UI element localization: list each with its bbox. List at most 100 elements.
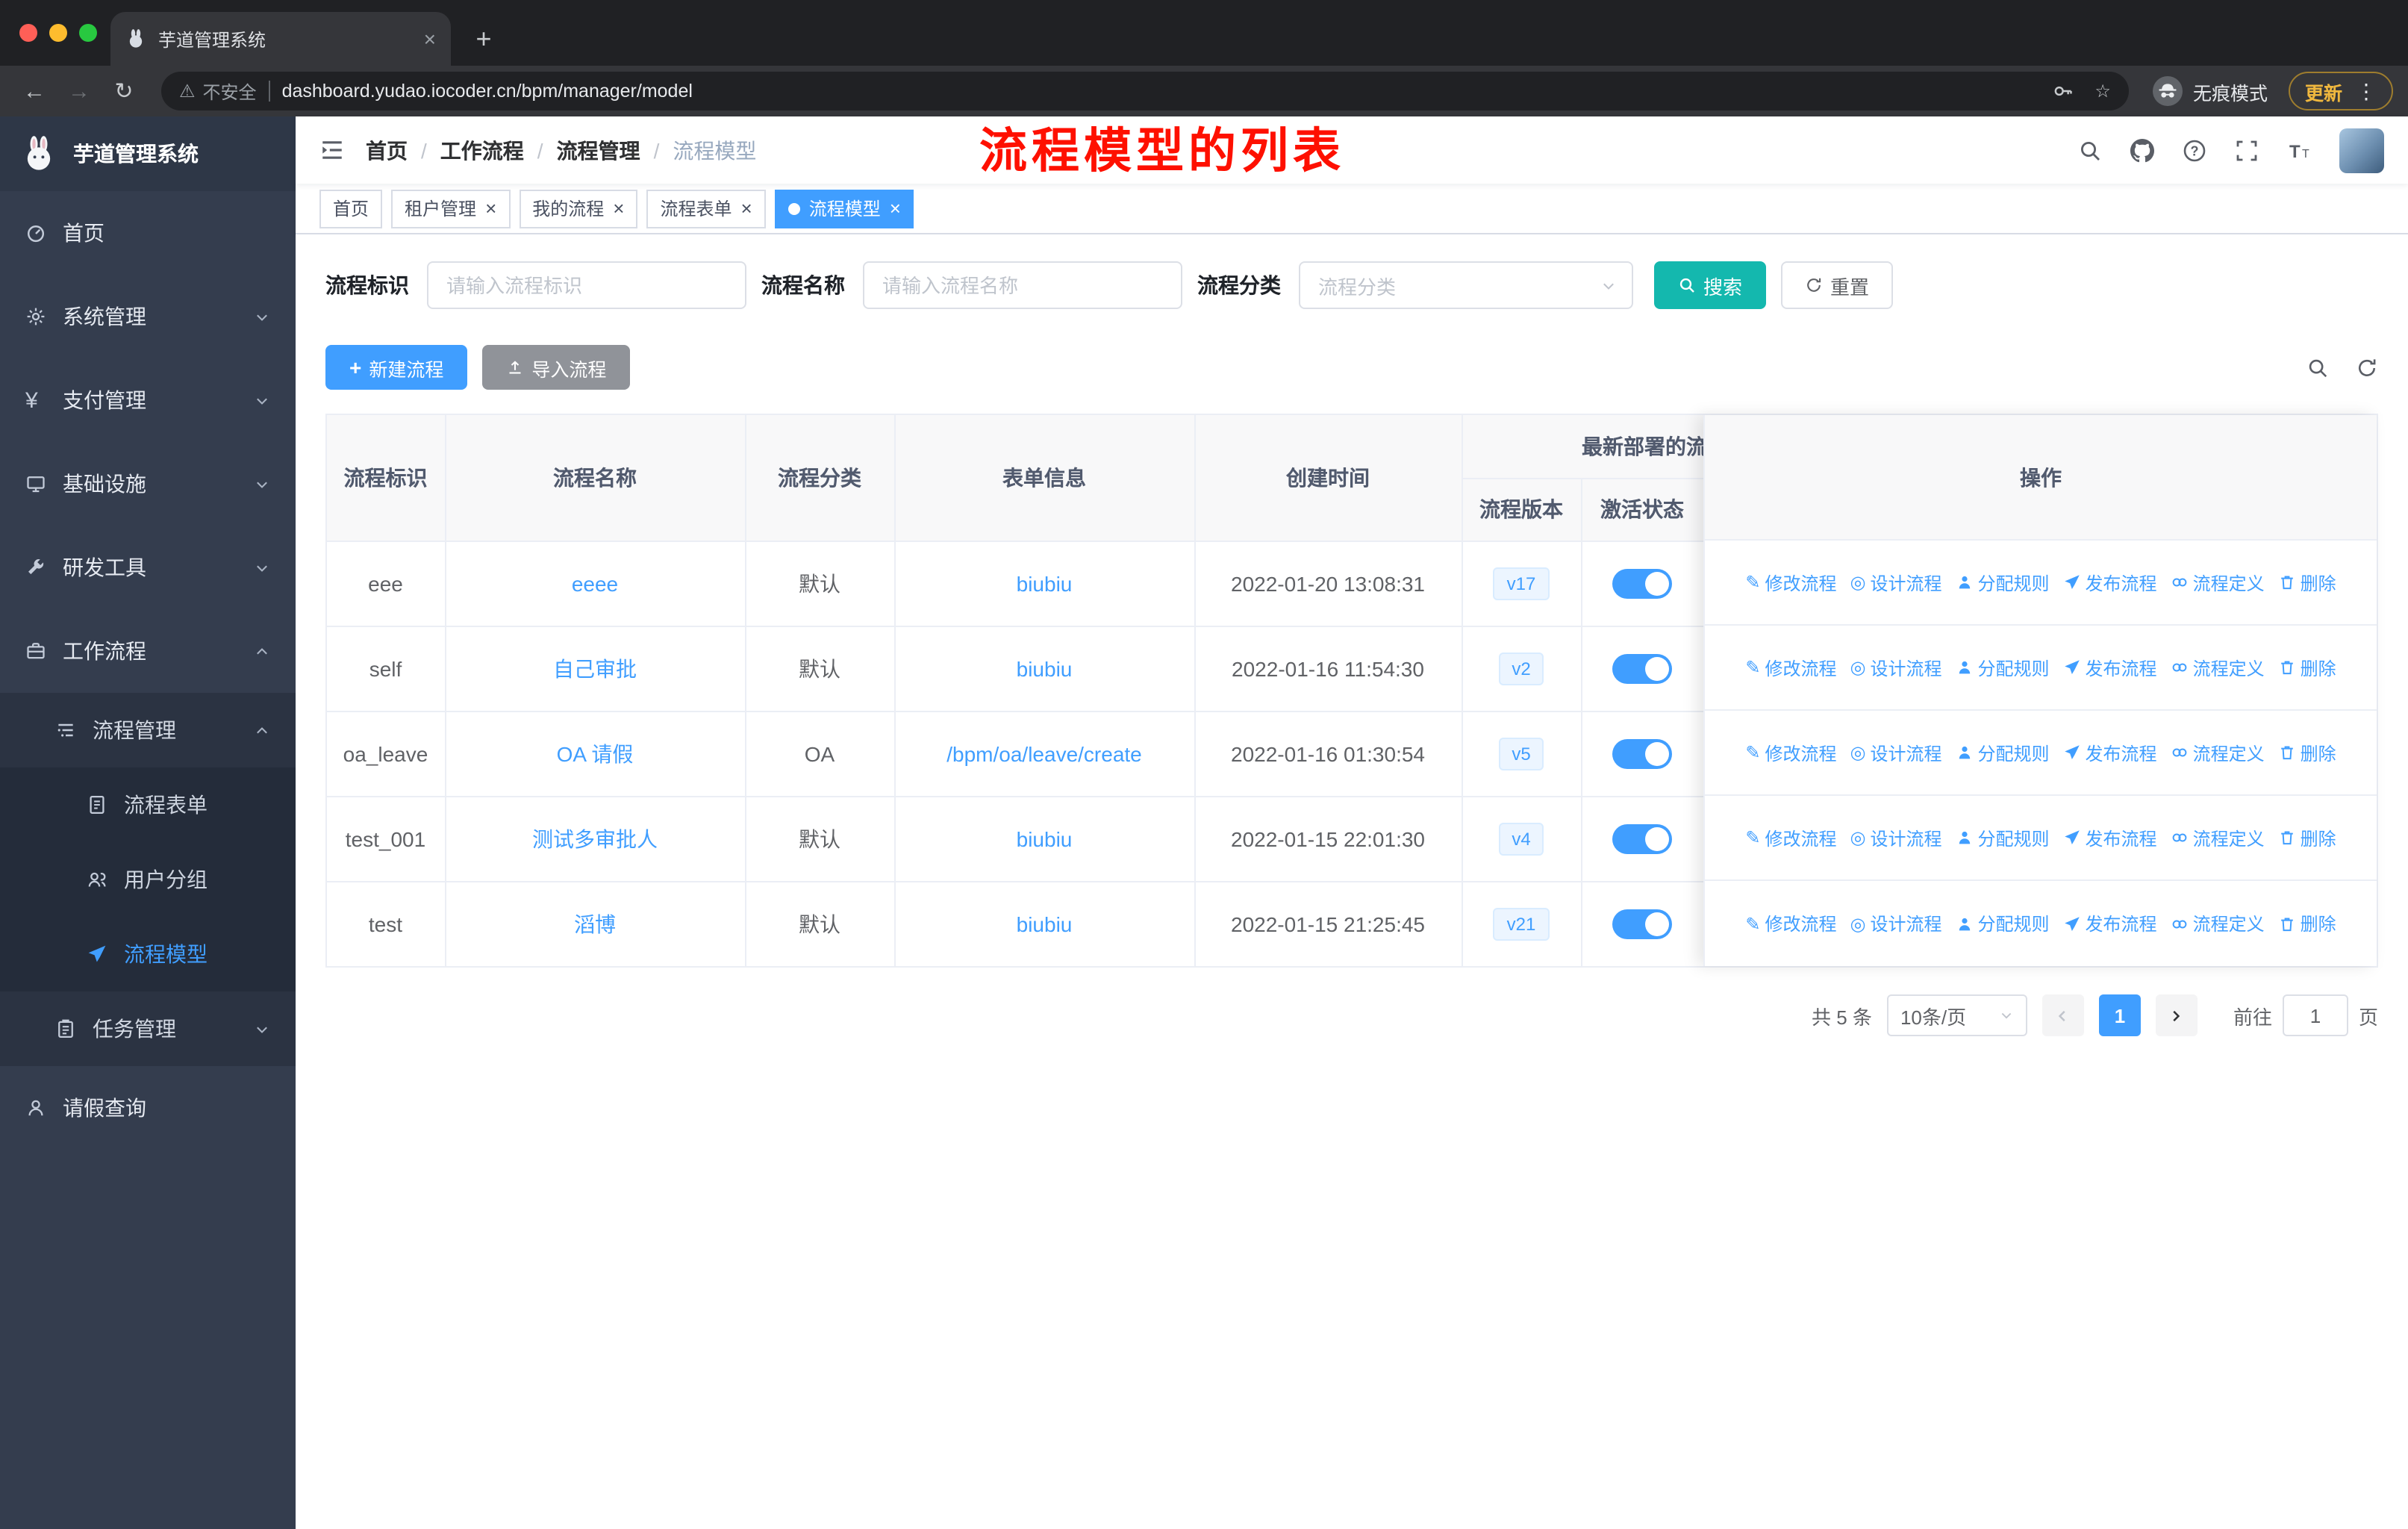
tab-close-icon[interactable]: × — [424, 28, 436, 49]
form-info-link[interactable]: biubiu — [1017, 826, 1073, 850]
form-info-link[interactable]: biubiu — [1017, 912, 1073, 936]
sidebar-item-user-group[interactable]: 用户分组 — [0, 842, 296, 917]
action-assign-rule[interactable]: 分配规则 — [1956, 570, 2050, 595]
action-publish-process[interactable]: 发布流程 — [2063, 825, 2157, 850]
window-minimize-button[interactable] — [49, 24, 67, 42]
reload-icon[interactable]: ↻ — [105, 78, 143, 105]
close-icon[interactable]: × — [613, 199, 624, 218]
action-delete[interactable]: 删除 — [2278, 825, 2336, 850]
action-assign-rule[interactable]: 分配规则 — [1956, 740, 2050, 765]
form-info-link[interactable]: /bpm/oa/leave/create — [946, 741, 1142, 765]
action-publish-process[interactable]: 发布流程 — [2063, 740, 2157, 765]
create-process-button[interactable]: + 新建流程 — [325, 345, 468, 390]
action-process-definition[interactable]: 流程定义 — [2171, 825, 2265, 850]
action-design-process[interactable]: ◎ 设计流程 — [1850, 825, 1942, 850]
action-assign-rule[interactable]: 分配规则 — [1956, 655, 2050, 680]
hamburger-icon[interactable] — [319, 137, 345, 163]
sidebar-item-process-management[interactable]: 流程管理 — [0, 693, 296, 767]
forward-icon[interactable]: → — [60, 78, 99, 104]
sidebar-item-devtools[interactable]: 研发工具 — [0, 526, 296, 609]
breadcrumb-process-management[interactable]: 流程管理 — [557, 135, 640, 165]
active-toggle[interactable] — [1612, 909, 1672, 939]
action-modify-process[interactable]: ✎ 修改流程 — [1745, 740, 1836, 765]
action-modify-process[interactable]: ✎ 修改流程 — [1745, 825, 1836, 850]
action-design-process[interactable]: ◎ 设计流程 — [1850, 655, 1942, 680]
browser-update-button[interactable]: 更新 ⋮ — [2288, 72, 2393, 110]
action-process-definition[interactable]: 流程定义 — [2171, 570, 2265, 595]
fullscreen-icon[interactable] — [2235, 138, 2259, 162]
window-close-button[interactable] — [19, 24, 37, 42]
window-zoom-button[interactable] — [79, 24, 97, 42]
action-modify-process[interactable]: ✎ 修改流程 — [1745, 570, 1836, 595]
tag-my-process[interactable]: 我的流程 × — [519, 189, 638, 228]
tag-process-model[interactable]: 流程模型 × — [774, 189, 914, 228]
action-process-definition[interactable]: 流程定义 — [2171, 740, 2265, 765]
font-size-icon[interactable]: TT — [2287, 138, 2311, 162]
sidebar-item-home[interactable]: 首页 — [0, 191, 296, 275]
tag-process-form[interactable]: 流程表单 × — [646, 189, 766, 228]
action-design-process[interactable]: ◎ 设计流程 — [1850, 911, 1942, 936]
sidebar-item-payment[interactable]: ¥ 支付管理 — [0, 358, 296, 442]
search-icon[interactable] — [2078, 138, 2102, 162]
active-toggle[interactable] — [1612, 568, 1672, 598]
sidebar-item-workflow[interactable]: 工作流程 — [0, 609, 296, 693]
toggle-search-icon[interactable] — [2306, 356, 2329, 379]
incognito-profile-chip[interactable]: 无痕模式 — [2152, 76, 2268, 106]
breadcrumb-workflow[interactable]: 工作流程 — [440, 135, 524, 165]
action-modify-process[interactable]: ✎ 修改流程 — [1745, 655, 1836, 680]
process-name-link[interactable]: 自己审批 — [553, 656, 637, 680]
close-icon[interactable]: × — [890, 199, 901, 218]
help-icon[interactable]: ? — [2183, 138, 2206, 162]
sidebar-item-process-form[interactable]: 流程表单 — [0, 767, 296, 842]
import-process-button[interactable]: 导入流程 — [482, 345, 631, 390]
process-id-input[interactable] — [427, 261, 746, 309]
action-publish-process[interactable]: 发布流程 — [2063, 655, 2157, 680]
browser-menu-icon[interactable]: ⋮ — [2356, 78, 2377, 104]
tag-home[interactable]: 首页 — [319, 189, 383, 228]
back-icon[interactable]: ← — [15, 78, 54, 104]
form-info-link[interactable]: biubiu — [1017, 571, 1073, 595]
action-delete[interactable]: 删除 — [2278, 655, 2336, 680]
form-info-link[interactable]: biubiu — [1017, 656, 1073, 680]
github-icon[interactable] — [2130, 138, 2154, 162]
action-publish-process[interactable]: 发布流程 — [2063, 570, 2157, 595]
sidebar-item-infrastructure[interactable]: 基础设施 — [0, 442, 296, 526]
address-bar[interactable]: ⚠ 不安全 dashboard.yudao.iocoder.cn/bpm/man… — [161, 72, 2129, 110]
active-toggle[interactable] — [1612, 738, 1672, 768]
active-toggle[interactable] — [1612, 823, 1672, 853]
sidebar-item-leave-query[interactable]: 请假查询 — [0, 1066, 296, 1150]
app-logo[interactable]: 芋道管理系统 — [0, 116, 296, 191]
new-tab-button[interactable]: + — [463, 18, 505, 60]
action-modify-process[interactable]: ✎ 修改流程 — [1745, 911, 1836, 936]
browser-tab[interactable]: 芋道管理系统 × — [110, 12, 451, 66]
process-name-link[interactable]: 滔博 — [574, 912, 616, 936]
action-delete[interactable]: 删除 — [2278, 911, 2336, 936]
refresh-table-icon[interactable] — [2356, 356, 2378, 379]
action-delete[interactable]: 删除 — [2278, 570, 2336, 595]
current-page-button[interactable]: 1 — [2098, 994, 2141, 1036]
process-name-link[interactable]: OA 请假 — [557, 741, 634, 765]
active-toggle[interactable] — [1612, 653, 1672, 683]
password-key-icon[interactable] — [2053, 81, 2074, 102]
goto-page-input[interactable] — [2282, 994, 2348, 1036]
sidebar-item-process-model[interactable]: 流程模型 — [0, 917, 296, 991]
tag-tenant-management[interactable]: 租户管理 × — [391, 189, 511, 228]
sidebar-item-system[interactable]: 系统管理 — [0, 275, 296, 358]
action-assign-rule[interactable]: 分配规则 — [1956, 911, 2050, 936]
process-name-input[interactable] — [863, 261, 1182, 309]
next-page-button[interactable] — [2155, 994, 2198, 1036]
close-icon[interactable]: × — [741, 199, 752, 218]
security-indicator[interactable]: ⚠ 不安全 — [179, 78, 257, 104]
close-icon[interactable]: × — [485, 199, 496, 218]
action-delete[interactable]: 删除 — [2278, 740, 2336, 765]
action-process-definition[interactable]: 流程定义 — [2171, 911, 2265, 936]
action-publish-process[interactable]: 发布流程 — [2063, 911, 2157, 936]
reset-button[interactable]: 重置 — [1781, 261, 1894, 309]
process-name-link[interactable]: eeee — [572, 571, 618, 595]
process-category-select[interactable]: 流程分类 — [1299, 261, 1633, 309]
sidebar-item-task-management[interactable]: 任务管理 — [0, 991, 296, 1066]
process-name-link[interactable]: 测试多审批人 — [532, 826, 658, 850]
search-button[interactable]: 搜索 — [1654, 261, 1767, 309]
breadcrumb-home[interactable]: 首页 — [366, 135, 408, 165]
bookmark-star-icon[interactable]: ☆ — [2094, 81, 2111, 102]
